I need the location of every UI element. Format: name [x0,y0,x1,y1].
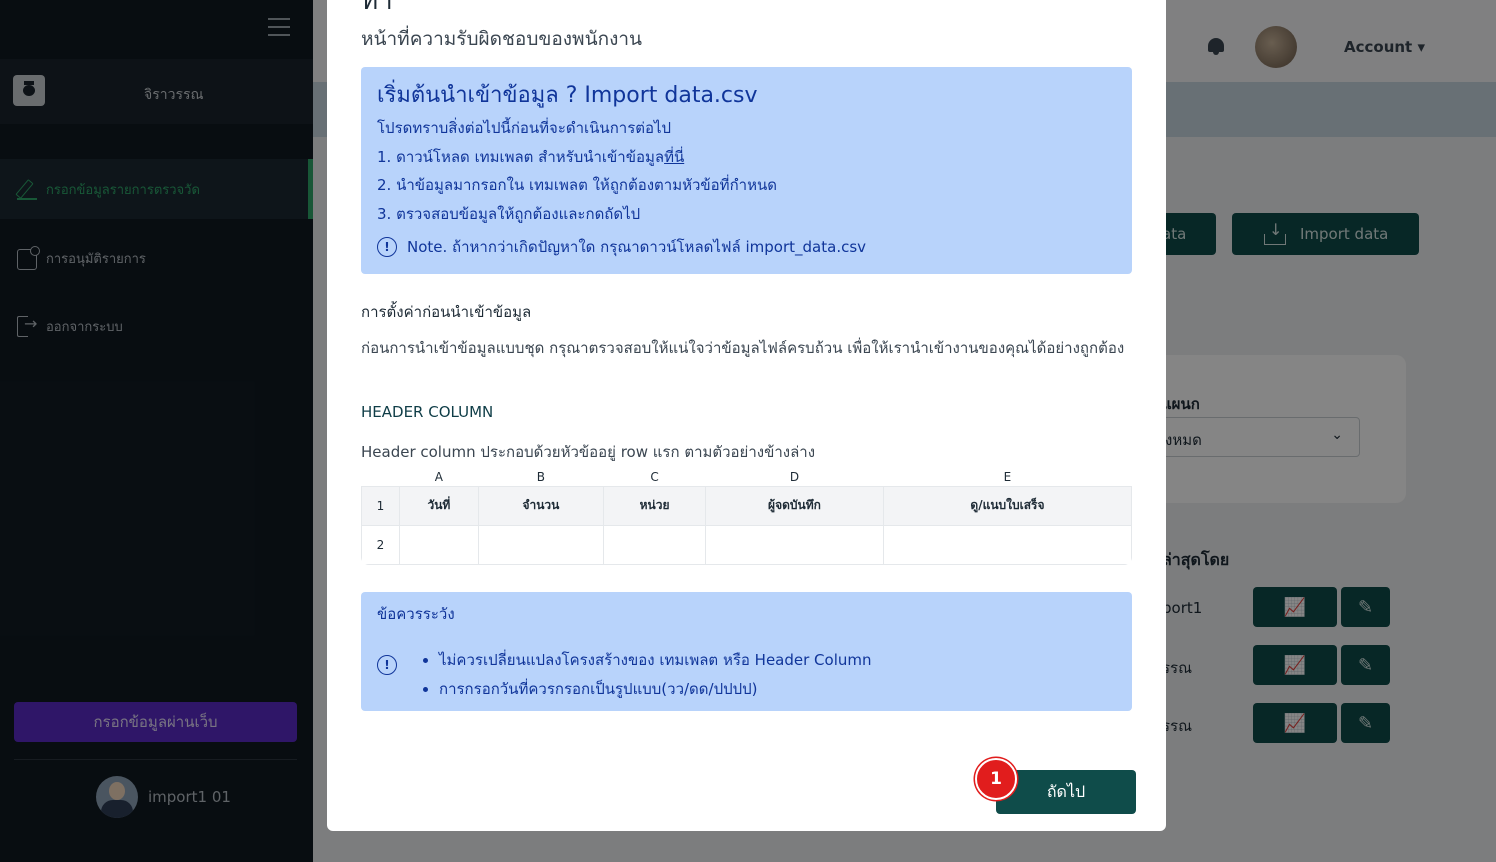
note-text: Note. ถ้าหากว่าเกิดปัญหาใด กรุณาดาวน์โหล… [407,238,867,256]
step-text: 1. ดาวน์โหลด เทมเพลต สำหรับนำเข้าข้อมูล [377,148,665,166]
info-intro: โปรดทราบสิ่งต่อไปนี้ก่อนที่จะดำเนินการต่… [377,119,672,137]
column-letter: A [399,468,479,487]
column-letter: C [603,468,706,487]
table-cell [477,524,605,565]
table-cell [399,524,479,565]
warning-list: ไม่ควรเปลี่ยนแปลงโครงสร้างของ เทมเพลต หร… [439,646,872,704]
table-cell: วันที่ [399,485,479,526]
table-cell [603,524,707,565]
modal-title: ทำ [361,0,393,16]
list-item: การกรอกวันที่ควรกรอกเป็นรูปแบบ(วว/ดด/ปปป… [439,675,872,704]
info-note: ! Note. ถ้าหากว่าเกิดปัญหาใด กรุณาดาวน์โ… [377,235,866,259]
list-item: ไม่ควรเปลี่ยนแปลงโครงสร้างของ เทมเพลต หร… [439,646,872,675]
column-letter-row: A B C D E [361,468,1132,487]
table-cell: ผู้จดบันทึก [705,485,884,526]
info-step-1: 1. ดาวน์โหลด เทมเพลต สำหรับนำเข้าข้อมูลท… [377,145,684,169]
info-heading: เริ่มต้นนำเข้าข้อมูล ? Import data.csv [377,83,758,108]
info-panel: เริ่มต้นนำเข้าข้อมูล ? Import data.csv โ… [361,67,1132,274]
table-cell: จำนวน [477,485,605,526]
template-example-table: A B C D E 1 วันที่ จำนวน หน่วย ผู้จดบันท… [361,468,1132,565]
table-cell: ดู/แนบใบเสร็จ [882,485,1132,526]
warning-panel: ข้อควรระวัง ! ไม่ควรเปลี่ยนแปลงโครงสร้าง… [361,592,1132,711]
column-letter: B [478,468,604,487]
table-cell: หน่วย [603,485,707,526]
table-row: 2 [361,524,1132,565]
alert-circle-icon: ! [377,655,397,675]
next-button[interactable]: ถัดไป [996,770,1136,814]
info-step-2: 2. นำข้อมูลมากรอกใน เทมเพลต ให้ถูกต้องตา… [377,176,777,194]
header-column-title: HEADER COLUMN [361,403,494,421]
column-letter: D [705,468,884,487]
table-cell [882,524,1132,565]
alert-circle-icon: ! [377,237,397,257]
import-modal: ทำ หน้าที่ความรับผิดชอบของพนักงาน เริ่มต… [327,0,1166,831]
template-download-link[interactable]: ที่นี่ [664,148,684,166]
table-cell [705,524,884,565]
settings-title: การตั้งค่าก่อนนำเข้าข้อมูล [361,303,532,321]
settings-description: ก่อนการนำเข้าข้อมูลแบบชุด กรุณาตรวจสอบให… [361,339,1125,357]
step-badge: 1 [975,758,1017,800]
corner-cell [361,468,400,487]
header-column-description: Header column ประกอบด้วยหัวข้ออยู่ row แ… [361,443,816,461]
row-number: 1 [361,485,400,526]
row-number: 2 [361,524,400,565]
column-letter: E [883,468,1132,487]
warning-heading: ข้อควรระวัง [377,605,455,623]
table-row: 1 วันที่ จำนวน หน่วย ผู้จดบันทึก ดู/แนบใ… [361,485,1132,526]
modal-subtitle: หน้าที่ความรับผิดชอบของพนักงาน [361,28,643,50]
info-step-3: 3. ตรวจสอบข้อมูลให้ถูกต้องและกดถัดไป [377,205,641,223]
